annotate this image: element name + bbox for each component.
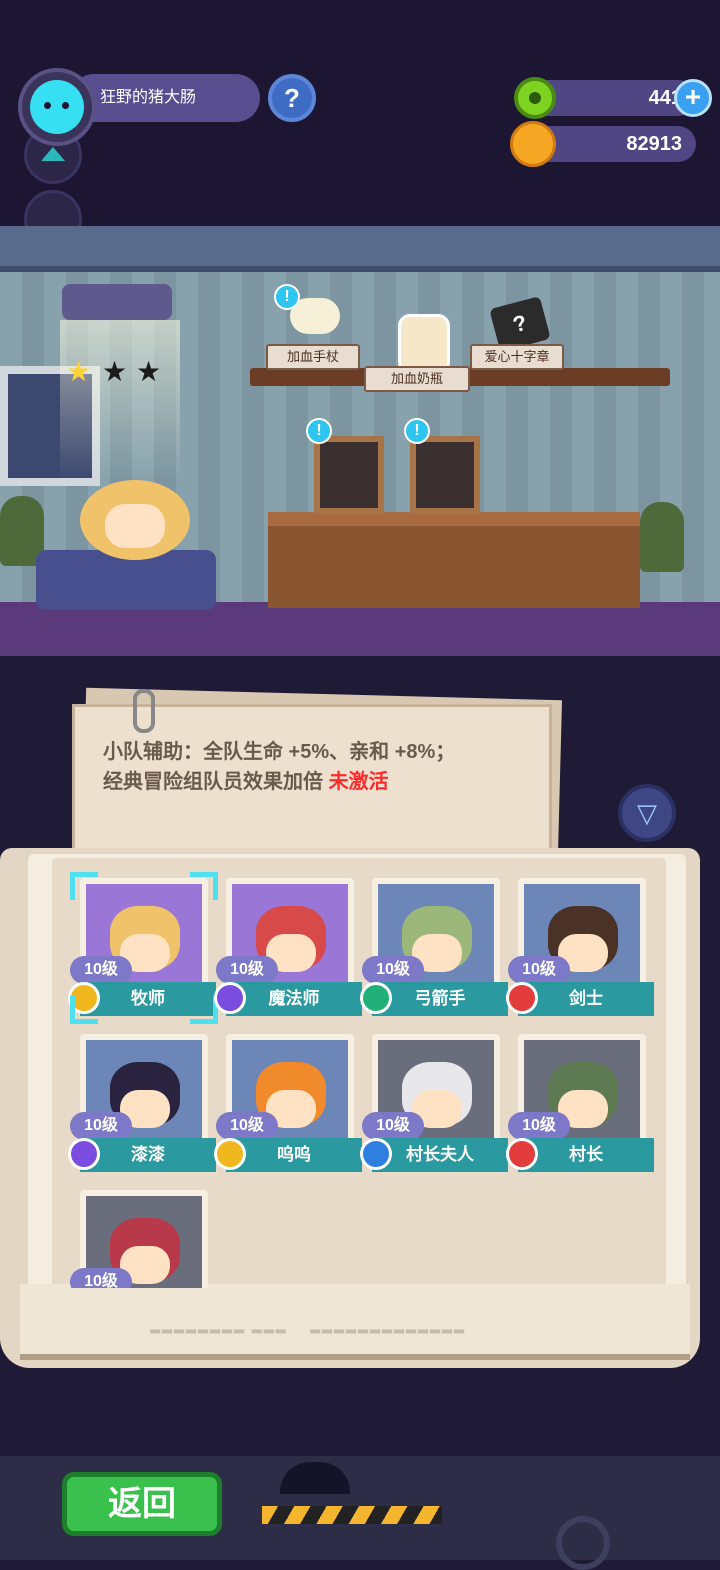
priest-character[interactable] [80, 460, 190, 580]
notice-bubble-icon: ! [274, 284, 300, 310]
selection-corner [70, 996, 98, 1024]
level-badge: 10级 [216, 956, 278, 984]
character-card[interactable]: 10级 剑士 [506, 878, 654, 1018]
level-badge: 10级 [70, 1268, 132, 1288]
photo-frame[interactable] [410, 436, 480, 514]
hazard-stripe [262, 1506, 442, 1524]
selection-corner [70, 872, 98, 900]
notice-bubble-icon: ! [404, 418, 430, 444]
class-icon [360, 982, 392, 1014]
star-empty-icon: ★ [136, 356, 162, 387]
character-card[interactable]: 10级 牧师 [68, 872, 218, 1024]
class-icon [360, 1138, 392, 1170]
faded-page-text: ▂▂▂▂▂▂▂▂ ▂▂▂ ▂▂▂▂▂▂▂▂▂▂▂▂▂ [150, 1318, 467, 1333]
character-name: 村长 [518, 1138, 654, 1172]
character-name: 魔法师 [226, 982, 362, 1016]
notice-bubble-icon: ! [306, 418, 332, 444]
planet-coin-icon [510, 121, 556, 167]
creature-peek [280, 1462, 350, 1494]
character-name: 呜呜 [226, 1138, 362, 1172]
class-icon [214, 982, 246, 1014]
item-label-staff: 加血手杖 [266, 344, 360, 370]
character-card[interactable]: 10级 漆漆 [68, 1034, 216, 1174]
item-label-bottle: 加血奶瓶 [364, 366, 470, 392]
level-badge: 10级 [362, 1112, 424, 1140]
character-card[interactable]: 10级 弓箭手 [360, 878, 508, 1018]
level-badge: 10级 [362, 956, 424, 984]
star-filled-icon: ★ [66, 356, 92, 387]
bonus-condition: 经典冒险组队员效果加倍 [103, 771, 329, 793]
level-badge: 10级 [216, 1112, 278, 1140]
character-name: 村长夫人 [372, 1138, 508, 1172]
gem-icon [514, 77, 556, 119]
top-hud: 狂野的猪大肠 ? 441 + 82913 [0, 0, 720, 248]
character-card[interactable]: 10级 [70, 1190, 208, 1288]
character-name: 漆漆 [80, 1138, 216, 1172]
wheel-decoration [556, 1516, 610, 1570]
character-name: 弓箭手 [372, 982, 508, 1016]
class-icon [214, 1138, 246, 1170]
card-layer: 10级 牧师 10级 魔法师 10级 弓箭手 10级 剑士 10级 漆漆 10级 呜呜 10级 村长夫人 1… [0, 848, 720, 1288]
bonus-description: 小队辅助：全队生命 +5%、亲和 +8%； [103, 741, 456, 763]
back-button[interactable]: 返回 [62, 1472, 222, 1536]
level-badge: 10级 [70, 956, 132, 984]
plant [640, 502, 684, 572]
star-empty-icon: ★ [102, 356, 128, 387]
ceiling-rail [0, 226, 720, 272]
player-name-label: 狂野的猪大肠 [70, 74, 260, 122]
cat-avatar-icon [30, 80, 84, 134]
character-card[interactable]: 10级 村长夫人 [360, 1034, 508, 1174]
milk-bottle-icon[interactable] [398, 314, 450, 374]
level-badge: 10级 [508, 956, 570, 984]
floor [0, 602, 720, 656]
filter-icon: ▽ [637, 798, 657, 828]
level-badge: 10级 [508, 1112, 570, 1140]
level-badge: 10级 [70, 1112, 132, 1140]
desk [268, 512, 640, 608]
class-icon [506, 1138, 538, 1170]
character-card[interactable]: 10级 魔法师 [214, 878, 362, 1018]
character-card[interactable]: 10级 呜呜 [214, 1034, 362, 1174]
selection-corner [190, 872, 218, 900]
character-name: 剑士 [518, 982, 654, 1016]
bonus-note: 小队辅助：全队生命 +5%、亲和 +8%； 经典冒险组队员效果加倍 未激活 [72, 689, 552, 864]
room-scene: ★ ★ ★ ! 加血手杖 加血奶瓶 ? 爱心十字章 ! ! [0, 226, 720, 656]
help-button[interactable]: ? [268, 74, 316, 122]
photo-frame[interactable] [314, 436, 384, 514]
add-gems-button[interactable]: + [674, 79, 712, 117]
filter-button[interactable]: ▽ [618, 784, 676, 842]
bonus-status: 未激活 [328, 771, 389, 793]
paper-clip-icon [133, 689, 155, 733]
class-icon [506, 982, 538, 1014]
character-book: ▂▂▂▂▂▂▂▂ ▂▂▂ ▂▂▂▂▂▂▂▂▂▂▂▂▂ 10级 牧师 10级 魔法师 10… [0, 848, 720, 1448]
character-card[interactable]: 10级 村长 [506, 1034, 654, 1174]
class-icon [68, 1138, 100, 1170]
spotlight-lamp [62, 284, 172, 320]
bottom-bar: 返回 [0, 1456, 720, 1570]
item-label-badge: 爱心十字章 [470, 344, 564, 370]
avatar[interactable] [18, 68, 96, 146]
